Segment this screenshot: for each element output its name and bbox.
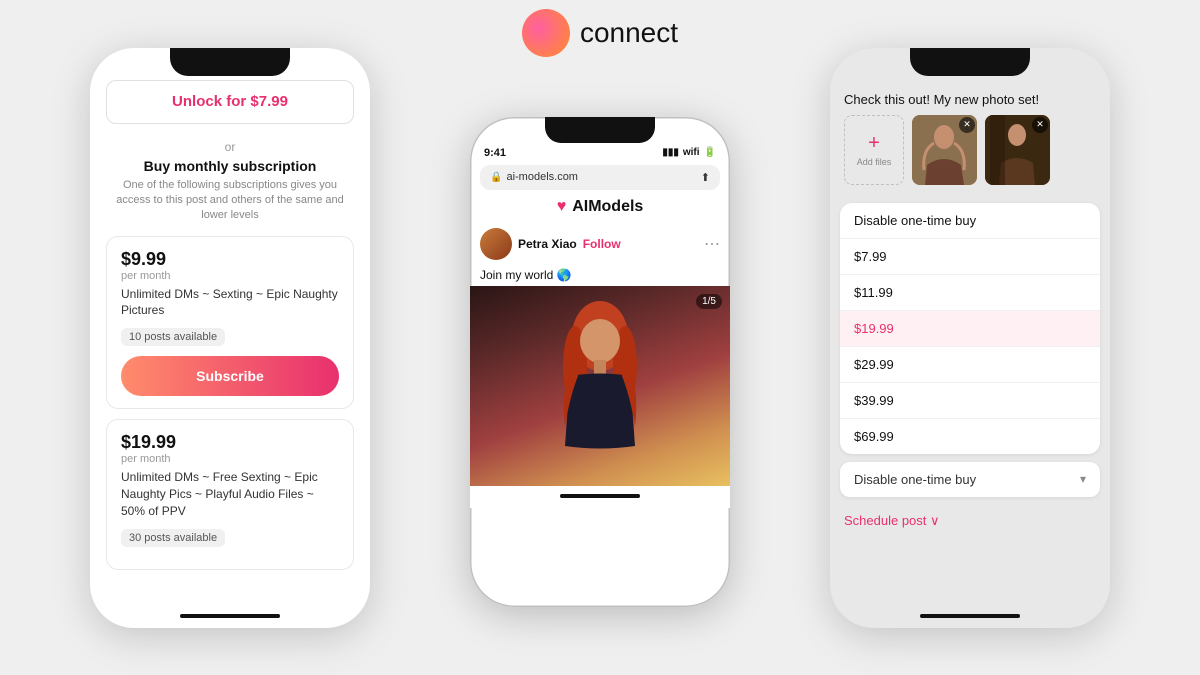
url-bar[interactable]: 🔒 ai-models.com ⬆: [480, 165, 720, 190]
aimodels-label: AIModels: [572, 198, 643, 216]
sub1-price: $9.99: [121, 249, 339, 270]
phone-left-content: Unlock for $7.99 or Buy monthly subscrip…: [90, 48, 370, 606]
dropdown-item-3999[interactable]: $39.99: [840, 383, 1100, 419]
heart-icon: ♥: [557, 198, 567, 216]
sub1-period: per month: [121, 270, 339, 282]
sub1-posts-badge: 10 posts available: [121, 328, 225, 346]
dropdown-item-1999[interactable]: $19.99: [840, 311, 1100, 347]
brand-logo: [522, 9, 570, 57]
post-compose-area: Check this out! My new photo set! + Add …: [830, 78, 1110, 203]
url-text: ai-models.com: [506, 171, 578, 183]
brand-header: connect: [522, 9, 678, 57]
signal-icon: ▮▮▮: [662, 147, 679, 158]
post-header: Petra Xiao Follow ⋯: [470, 224, 730, 264]
dropdown-item-2999[interactable]: $29.99: [840, 347, 1100, 383]
share-icon[interactable]: ⬆: [701, 171, 710, 184]
photo-thumb-2: ✕: [985, 115, 1050, 185]
sub2-price: $19.99: [121, 432, 339, 453]
select-label: Disable one-time buy: [854, 472, 976, 487]
sub2-desc: Unlimited DMs ~ Free Sexting ~ Epic Naug…: [121, 469, 339, 519]
disable-one-time-buy-select[interactable]: Disable one-time buy ▾: [840, 462, 1100, 497]
plus-icon: +: [868, 132, 880, 155]
status-bar: 9:41 ▮▮▮ wifi 🔋: [470, 117, 730, 161]
photo1-close-button[interactable]: ✕: [959, 117, 975, 133]
dropdown-item-1199[interactable]: $11.99: [840, 275, 1100, 311]
unlock-label: Unlock for $7.99: [172, 93, 288, 110]
post-caption: Join my world 🌎: [470, 264, 730, 286]
center-section: connect 9:41 ▮▮▮ wifi 🔋 🔒 ai-models.com …: [470, 69, 730, 607]
add-files-button[interactable]: + Add files: [844, 115, 904, 185]
schedule-post-button[interactable]: Schedule post ∨: [830, 505, 1110, 537]
home-indicator: [180, 614, 280, 618]
price-dropdown-list: Disable one-time buy $7.99 $11.99 $19.99…: [840, 203, 1100, 454]
wifi-icon: wifi: [683, 147, 700, 158]
subscription-card-2: $19.99 per month Unlimited DMs ~ Free Se…: [106, 419, 354, 569]
sub2-posts-badge: 30 posts available: [121, 529, 225, 547]
avatar: [480, 228, 512, 260]
phone-right-content: Check this out! My new photo set! + Add …: [830, 48, 1110, 606]
subscribe-button[interactable]: Subscribe: [121, 356, 339, 396]
more-options-icon[interactable]: ⋯: [704, 234, 720, 254]
right-home-indicator: [920, 614, 1020, 618]
chevron-down-icon: ▾: [1080, 472, 1086, 486]
phone-right: Check this out! My new photo set! + Add …: [830, 48, 1110, 628]
aimodels-header: ♥ AIModels: [470, 198, 730, 216]
follow-button[interactable]: Follow: [583, 237, 621, 251]
post-user-name: Petra Xiao: [518, 237, 577, 251]
time-label: 9:41: [484, 147, 506, 159]
dropdown-item-799[interactable]: $7.99: [840, 239, 1100, 275]
sub1-desc: Unlimited DMs ~ Sexting ~ Epic Naughty P…: [121, 286, 339, 320]
dropdown-item-disable[interactable]: Disable one-time buy: [840, 203, 1100, 239]
center-home-bar: [470, 486, 730, 508]
woman-figure: [540, 296, 660, 486]
photo-thumb-1: ✕: [912, 115, 977, 185]
files-row: + Add files ✕: [844, 115, 1096, 195]
add-files-label: Add files: [857, 157, 892, 167]
unlock-button[interactable]: Unlock for $7.99: [106, 80, 354, 124]
center-home-indicator: [560, 494, 640, 498]
or-divider: or: [106, 140, 354, 154]
dropdown-item-6999[interactable]: $69.99: [840, 419, 1100, 454]
phone-left-home-bar: [90, 606, 370, 628]
subscription-card-1: $9.99 per month Unlimited DMs ~ Sexting …: [106, 236, 354, 410]
scene: Unlock for $7.99 or Buy monthly subscrip…: [0, 0, 1200, 675]
buy-monthly-desc: One of the following subscriptions gives…: [106, 178, 354, 224]
phone-center: 9:41 ▮▮▮ wifi 🔋 🔒 ai-models.com ⬆ ♥ AIMo…: [470, 117, 730, 607]
phone-right-home-bar: [830, 606, 1110, 628]
sub2-period: per month: [121, 453, 339, 465]
avatar-row: Petra Xiao Follow: [480, 228, 621, 260]
lock-icon: 🔒: [490, 172, 502, 183]
buy-monthly-title: Buy monthly subscription: [106, 158, 354, 174]
post-image: 1/5: [470, 286, 730, 486]
image-counter: 1/5: [696, 294, 722, 309]
phone-left: Unlock for $7.99 or Buy monthly subscrip…: [90, 48, 370, 628]
photo2-close-button[interactable]: ✕: [1032, 117, 1048, 133]
brand-name: connect: [580, 17, 678, 49]
status-icons: ▮▮▮ wifi 🔋: [662, 147, 716, 158]
post-text-input[interactable]: Check this out! My new photo set!: [844, 90, 1096, 115]
battery-icon: 🔋: [704, 147, 716, 158]
url-left: 🔒 ai-models.com: [490, 171, 578, 183]
